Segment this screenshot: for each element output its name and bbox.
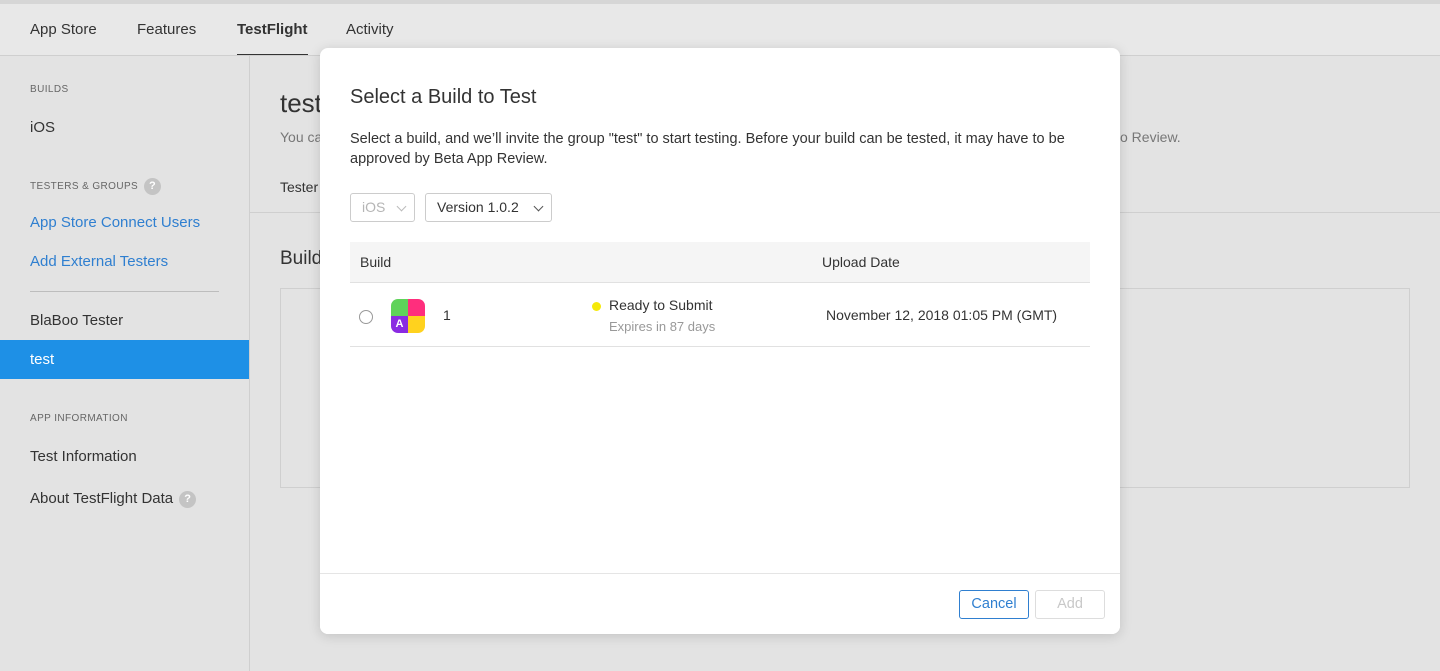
- version-select[interactable]: Version 1.0.2: [425, 193, 552, 222]
- tab-testflight[interactable]: TestFlight: [237, 4, 308, 55]
- tab-testers[interactable]: Tester: [280, 179, 318, 195]
- sidebar-item-connect-users[interactable]: App Store Connect Users: [30, 214, 200, 231]
- about-testflight-label: About TestFlight Data: [30, 490, 174, 507]
- chevron-down-icon: [396, 201, 407, 212]
- chevron-down-icon: [533, 201, 544, 212]
- sidebar-item-test-information[interactable]: Test Information: [30, 448, 137, 465]
- cancel-button[interactable]: Cancel: [959, 590, 1029, 619]
- sidebar-item-blaboo-tester[interactable]: BlaBoo Tester: [30, 312, 123, 329]
- app-icon: A: [391, 299, 425, 333]
- sidebar-item-ios[interactable]: iOS: [30, 119, 55, 136]
- testers-groups-heading: TESTERS & GROUPS?: [30, 178, 162, 195]
- sidebar-divider: [30, 291, 219, 292]
- builds-heading: BUILDS: [30, 84, 69, 95]
- testers-groups-label: TESTERS & GROUPS: [30, 181, 139, 193]
- sidebar: BUILDS iOS TESTERS & GROUPS? App Store C…: [0, 56, 250, 671]
- help-icon[interactable]: ?: [179, 490, 197, 508]
- platform-select: iOS: [350, 193, 415, 222]
- sidebar-item-test[interactable]: test: [0, 340, 249, 379]
- col-build: Build: [360, 254, 392, 270]
- tab-features[interactable]: Features: [137, 4, 196, 55]
- app-icon-letter: A: [391, 316, 408, 333]
- add-button[interactable]: Add: [1035, 590, 1105, 619]
- status-dot-icon: [592, 302, 601, 311]
- page-description-left: You ca: [280, 129, 323, 145]
- tab-app-store[interactable]: App Store: [30, 4, 97, 55]
- upload-date: November 12, 2018 01:05 PM (GMT): [826, 307, 1058, 323]
- build-status: Ready to Submit: [609, 297, 713, 313]
- build-number: 1: [443, 307, 451, 323]
- select-build-modal: Select a Build to Test Select a build, a…: [320, 48, 1120, 634]
- builds-section-title: Build: [280, 248, 323, 269]
- sidebar-item-about-testflight-data[interactable]: About TestFlight Data?: [30, 490, 197, 508]
- app-information-heading: APP INFORMATION: [30, 413, 128, 424]
- build-expires: Expires in 87 days: [609, 319, 716, 334]
- modal-title: Select a Build to Test: [350, 86, 537, 108]
- page-description-right: o Review.: [1120, 129, 1181, 145]
- platform-select-value: iOS: [362, 199, 386, 215]
- col-upload-date: Upload Date: [822, 254, 900, 270]
- table-row[interactable]: A 1 Ready to Submit Expires in 87 days N…: [350, 283, 1090, 347]
- help-icon[interactable]: ?: [144, 178, 162, 195]
- version-select-value: Version 1.0.2: [437, 199, 519, 215]
- modal-footer: Cancel Add: [320, 573, 1120, 634]
- builds-table-header: Build Upload Date: [350, 242, 1090, 283]
- build-radio[interactable]: [359, 310, 373, 324]
- modal-description: Select a build, and we’ll invite the gro…: [350, 131, 1065, 167]
- sidebar-item-add-external-testers[interactable]: Add External Testers: [30, 253, 168, 270]
- page-title: test: [280, 88, 322, 118]
